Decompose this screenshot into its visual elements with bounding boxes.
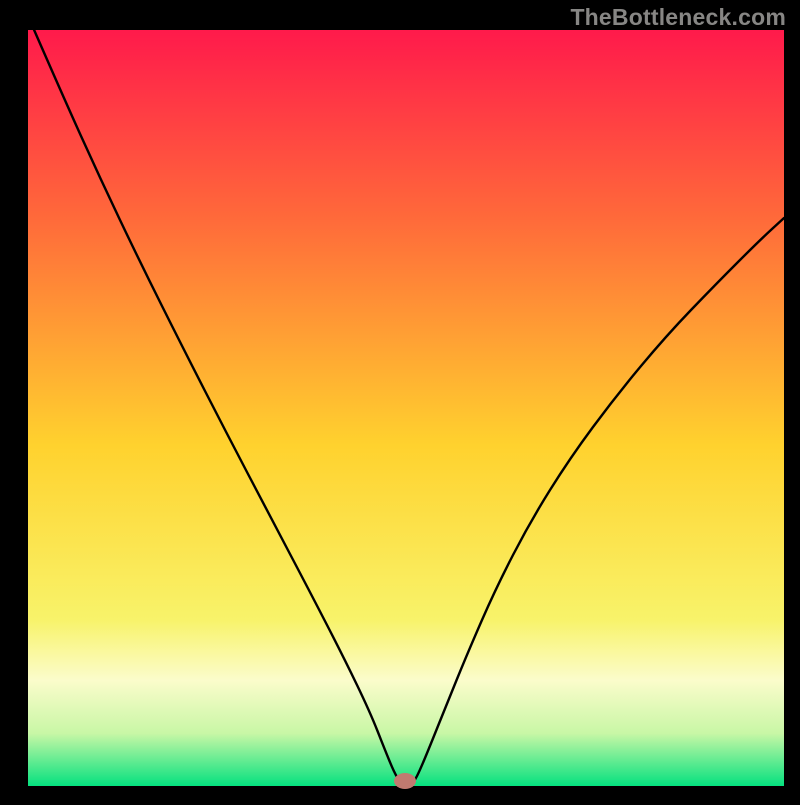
bottleneck-chart	[0, 0, 800, 800]
plot-area-gradient	[28, 30, 784, 786]
chart-container	[0, 0, 800, 800]
watermark-text: TheBottleneck.com	[570, 4, 786, 31]
optimal-point-marker	[394, 773, 416, 789]
